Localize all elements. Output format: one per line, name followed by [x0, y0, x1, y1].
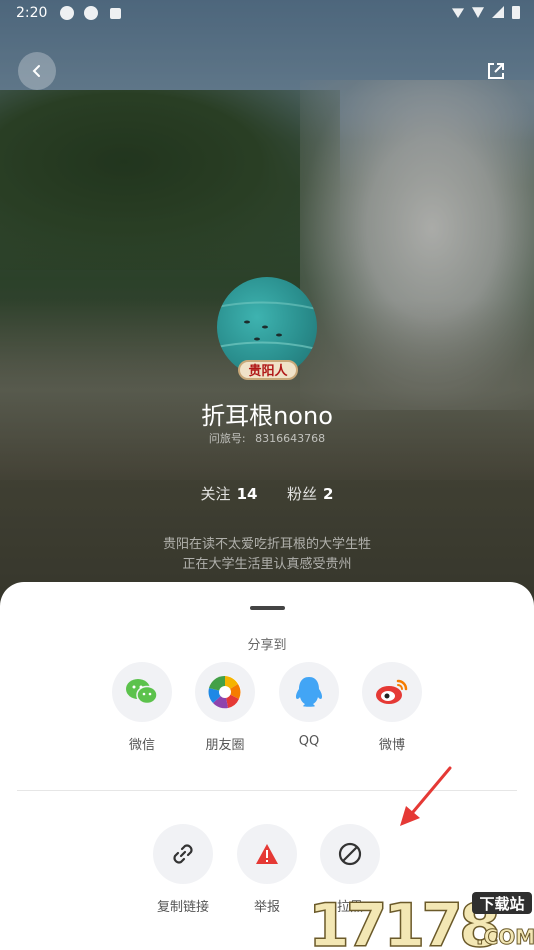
location-icon: [452, 8, 464, 18]
location-badge: 贵阳人: [238, 360, 298, 380]
user-id: 问旅号: 8316643768: [208, 432, 326, 445]
follow-stats: 关注 14 粉丝 2: [0, 483, 534, 504]
share-qq[interactable]: QQ: [269, 662, 349, 749]
share-wechat[interactable]: 微信: [102, 662, 182, 753]
share-label: 微信: [128, 738, 155, 753]
bio-line: 正在大学生活里认真感受贵州: [182, 557, 352, 572]
sheet-grabber[interactable]: [250, 606, 285, 610]
action-label: 举报: [253, 900, 280, 915]
battery-icon: [512, 6, 520, 19]
username: 折耳根nono: [201, 402, 333, 430]
wechat-icon: [126, 679, 158, 705]
wifi-icon: [472, 7, 484, 18]
status-time: 2:20: [16, 5, 48, 21]
copy-link-button[interactable]: 复制链接: [143, 824, 223, 915]
action-label: 复制链接: [156, 900, 209, 915]
chevron-left-icon: [32, 65, 40, 77]
share-label: 朋友圈: [205, 738, 245, 753]
following-stat[interactable]: 关注 14: [201, 485, 263, 503]
signal-icon: [492, 6, 504, 18]
moments-icon: [208, 675, 241, 709]
warning-icon: [256, 844, 278, 864]
share-label: 微博: [378, 738, 405, 753]
link-icon: [173, 844, 193, 864]
notification-icon: [84, 6, 98, 20]
share-label: QQ: [298, 734, 320, 749]
report-button[interactable]: 举报: [227, 824, 307, 915]
fans-stat[interactable]: 粉丝 2: [287, 485, 333, 503]
status-bar: 2:20: [0, 0, 534, 28]
notification-icon: [110, 8, 121, 19]
watermark-logo: 17178 下载站 .COM: [307, 890, 534, 950]
share-title: 分享到: [247, 638, 287, 653]
qq-icon: [295, 677, 323, 707]
notification-icon: [60, 6, 74, 20]
share-icon[interactable]: [486, 61, 506, 81]
bio-line: 贵阳在读不太爱吃折耳根的大学生牲: [162, 537, 371, 552]
svg-text:17178: 17178: [308, 891, 498, 950]
annotation-arrow-icon: [400, 766, 452, 826]
block-icon: [338, 842, 362, 866]
weibo-icon: [376, 679, 408, 704]
svg-text:下载站: 下载站: [479, 895, 524, 913]
back-button[interactable]: [18, 52, 56, 90]
share-moments[interactable]: 朋友圈: [185, 662, 265, 753]
share-weibo[interactable]: 微博: [352, 662, 432, 753]
svg-text:.COM: .COM: [476, 925, 534, 949]
system-icons: [452, 6, 520, 19]
